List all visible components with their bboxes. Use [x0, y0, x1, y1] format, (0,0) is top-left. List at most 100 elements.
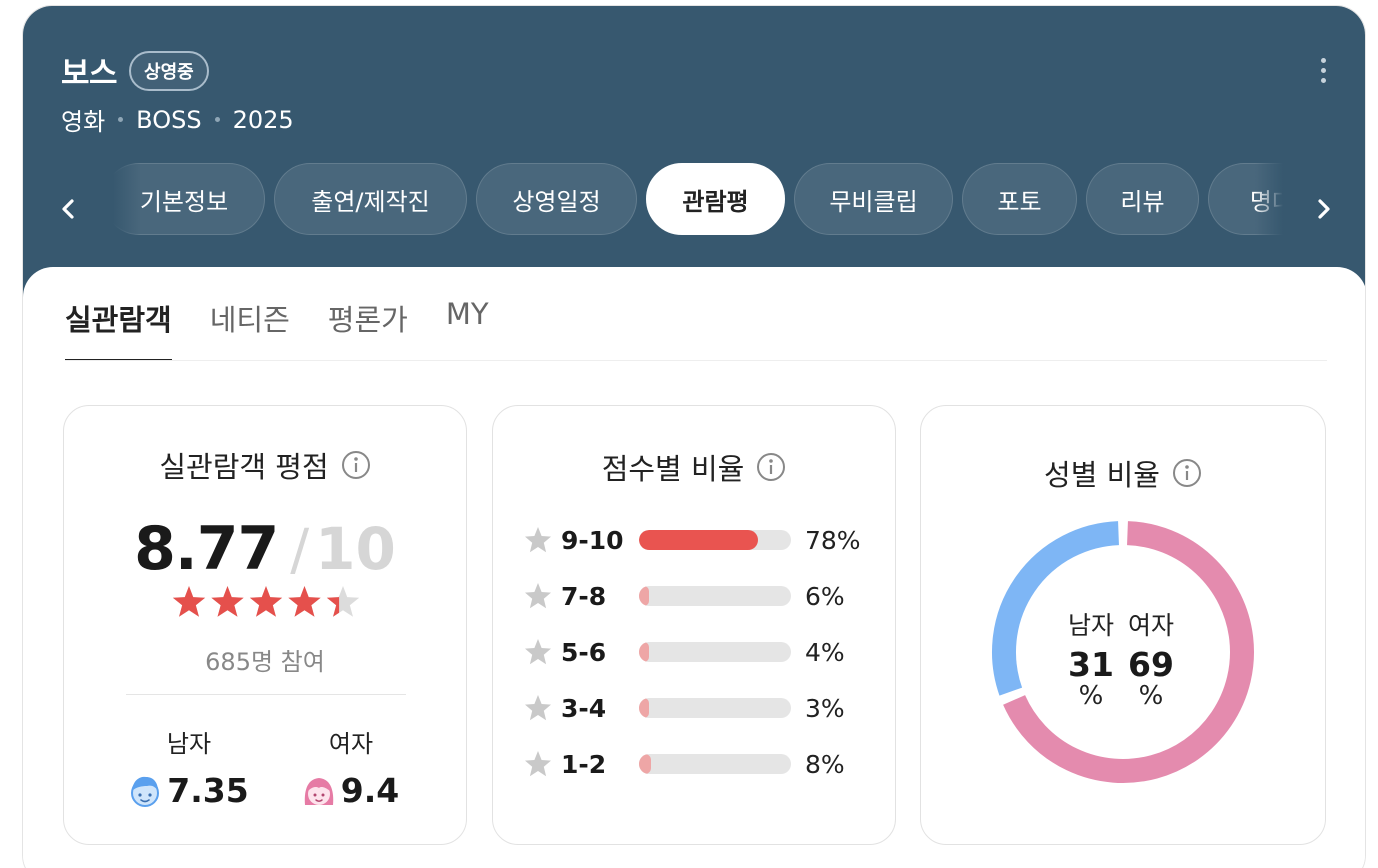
distribution-bar-track: [639, 530, 791, 550]
meta-year: 2025: [232, 105, 294, 134]
movie-header: 보스 상영중 영화 BOSS 2025 기본정보 출연/제작진 상영일정 관람평…: [23, 6, 1365, 306]
tabs-fade-left: [113, 163, 141, 237]
distribution-percent: 6%: [805, 581, 845, 611]
distribution-bar-fill: [639, 642, 649, 662]
score-distribution-card: 점수별 비율 9-10 78% 7-8 6% 5-6 4% 3-4 3% 1-2 8%: [492, 405, 896, 845]
title-row: 보스 상영중: [61, 48, 209, 93]
distribution-row: 7-8 6%: [523, 579, 883, 613]
subtab-critic[interactable]: 평론가: [328, 297, 408, 361]
tab-schedule[interactable]: 상영일정: [476, 163, 637, 235]
gender-ratio-title: 성별 비율: [1044, 458, 1160, 492]
female-label: 여자: [328, 730, 374, 758]
tab-strip: 기본정보 출연/제작진 상영일정 관람평 무비클립 포토 리뷰 명대사: [113, 163, 1283, 235]
star-icon: [525, 639, 551, 665]
score-slash: /: [290, 518, 310, 583]
distribution-percent: 78%: [805, 525, 861, 555]
average-score: 8.77: [134, 514, 279, 584]
male-score: 7.35: [167, 771, 249, 810]
star-filled: [288, 586, 321, 617]
tab-movie-clips[interactable]: 무비클립: [794, 163, 953, 235]
donut-female-value: 69: [1128, 645, 1174, 684]
meta-type: 영화: [61, 108, 106, 136]
male-score-col: 남자 7.35: [114, 724, 264, 810]
distribution-bar-fill: [639, 754, 652, 774]
gender-ratio-title-row: 성별 비율: [921, 452, 1325, 494]
subtab-my[interactable]: MY: [446, 297, 489, 361]
movie-card: 보스 상영중 영화 BOSS 2025 기본정보 출연/제작진 상영일정 관람평…: [22, 5, 1366, 868]
distribution-range-label: 7-8: [561, 581, 607, 611]
male-face-icon: [131, 776, 160, 807]
donut-female-label: 여자: [1127, 611, 1174, 640]
distribution-row: 5-6 4%: [523, 635, 883, 669]
tab-photos[interactable]: 포토: [962, 163, 1077, 235]
participant-count: 685명 참여: [205, 648, 325, 676]
reviews-panel: 실관람객 네티즌 평론가 MY 실관람객 평점 8.77 / 10 685명 참…: [23, 267, 1365, 868]
subtabs-divider: [65, 360, 1327, 361]
female-face-icon: [304, 777, 333, 805]
rating-card: 실관람객 평점 8.77 / 10 685명 참여 남자 7.35 여자 9.4: [63, 405, 467, 845]
distribution-bar-fill: [639, 530, 758, 550]
male-label: 남자: [166, 730, 212, 758]
distribution-bar-track: [639, 642, 791, 662]
star-filled: [172, 586, 206, 617]
rating-divider: [126, 694, 406, 695]
distribution-title-row: 점수별 비율: [493, 446, 895, 488]
distribution-range-label: 9-10: [561, 525, 624, 555]
distribution-range-label: 1-2: [561, 749, 607, 779]
star-icon: [525, 583, 551, 609]
more-options-icon[interactable]: [1313, 58, 1333, 92]
audience-subtabs: 실관람객 네티즌 평론가 MY: [65, 297, 527, 361]
score-row: 8.77 / 10: [64, 514, 466, 584]
distribution-bar-fill: [639, 586, 649, 606]
star-filled: [211, 586, 244, 617]
subtab-actual-audience[interactable]: 실관람객: [65, 297, 172, 361]
score-max: 10: [315, 515, 396, 583]
star-filled: [249, 586, 283, 617]
status-badge: 상영중: [129, 50, 209, 91]
donut-male: 남자 31 %: [1061, 606, 1121, 710]
distribution-range-label: 3-4: [561, 693, 607, 723]
info-icon[interactable]: [756, 452, 786, 482]
meta-original-title: BOSS: [136, 105, 202, 134]
tabs-next-chevron-right-icon[interactable]: [1309, 192, 1339, 226]
info-icon[interactable]: [341, 450, 371, 480]
meta-separator: [214, 117, 220, 122]
meta-separator: [118, 117, 124, 122]
donut-female-unit: %: [1138, 681, 1164, 711]
distribution-row: 3-4 3%: [523, 691, 883, 725]
distribution-title: 점수별 비율: [601, 452, 745, 486]
movie-meta: 영화 BOSS 2025: [61, 102, 294, 137]
tabs-fade-right: [1255, 163, 1283, 237]
distribution-percent: 4%: [805, 637, 845, 667]
star-icon: [525, 751, 551, 777]
distribution-percent: 8%: [805, 749, 845, 779]
donut-labels: 남자 31 % 여자 69 %: [991, 520, 1255, 784]
tab-review[interactable]: 리뷰: [1086, 163, 1199, 235]
subtab-netizen[interactable]: 네티즌: [210, 297, 290, 361]
donut-female: 여자 69 %: [1121, 606, 1181, 710]
tab-cast-crew[interactable]: 출연/제작진: [274, 163, 467, 235]
distribution-bar-track: [639, 698, 791, 718]
donut-male-unit: %: [1078, 681, 1104, 711]
female-score: 9.4: [340, 771, 400, 810]
movie-title[interactable]: 보스: [61, 48, 118, 93]
distribution-row: 1-2 8%: [523, 747, 883, 781]
tab-reviews-ratings[interactable]: 관람평: [646, 163, 785, 235]
tabs-viewport: 기본정보 출연/제작진 상영일정 관람평 무비클립 포토 리뷰 명대사: [113, 163, 1283, 237]
distribution-percent: 3%: [805, 693, 845, 723]
distribution-range-label: 5-6: [561, 637, 607, 667]
gender-ratio-card: 성별 비율 남자 31 % 여자 69 %: [920, 405, 1326, 845]
distribution-row: 9-10 78%: [523, 523, 883, 557]
star-rating: [172, 586, 360, 617]
info-icon[interactable]: [1172, 458, 1202, 488]
distribution-bar-fill: [639, 698, 649, 718]
tabs-prev-chevron-left-icon[interactable]: [53, 192, 83, 226]
rating-card-title: 실관람객 평점: [159, 450, 329, 484]
star-icon: [525, 695, 551, 721]
star-icon: [525, 527, 551, 553]
distribution-bar-track: [639, 754, 791, 774]
male-score-row: 7.35: [114, 771, 264, 810]
donut-male-label: 남자: [1067, 611, 1114, 640]
distribution-bar-track: [639, 586, 791, 606]
female-score-col: 여자 9.4: [276, 724, 426, 810]
